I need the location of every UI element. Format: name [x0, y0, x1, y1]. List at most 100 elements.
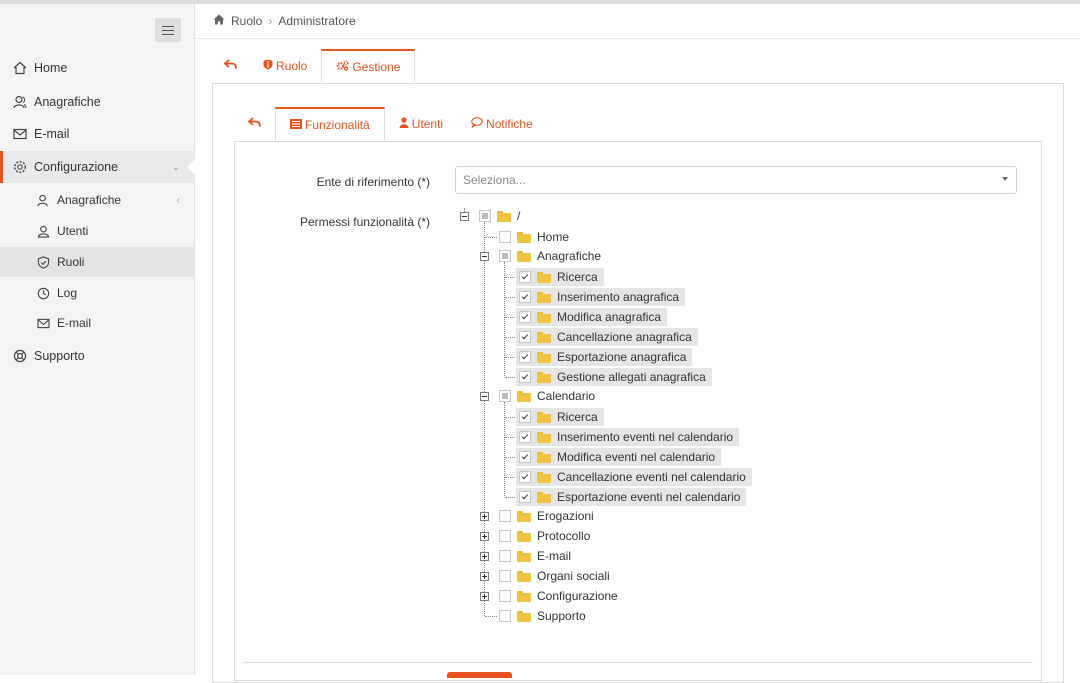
folder-icon	[537, 491, 551, 503]
tree-node-esportazione-eventi[interactable]: Esportazione eventi nel calendario	[516, 488, 747, 506]
tree-node-configurazione[interactable]: Configurazione	[499, 587, 618, 605]
sidebar-subitem-log[interactable]: Log	[0, 278, 194, 308]
tree-checkbox[interactable]	[499, 250, 511, 262]
tree-expand-toggle[interactable]	[480, 532, 489, 541]
tree-checkbox[interactable]	[519, 351, 531, 363]
folder-icon	[517, 550, 531, 562]
sidebar: Home Anagrafiche E-mail Configurazione ⌄…	[0, 4, 195, 675]
tree-node-label: E-mail	[537, 549, 572, 563]
sidebar-subitem-utenti[interactable]: Utenti	[0, 216, 194, 246]
folder-icon	[537, 351, 551, 363]
tree-collapse-toggle[interactable]	[480, 392, 489, 401]
sidebar-item-configurazione[interactable]: Configurazione ⌄	[0, 151, 195, 183]
sidebar-item-email[interactable]: E-mail	[0, 118, 194, 150]
sidebar-item-anagrafiche[interactable]: Anagrafiche	[0, 86, 194, 118]
tree-node-organi-sociali[interactable]: Organi sociali	[499, 567, 610, 585]
tree-node-label: Anagrafiche	[537, 249, 602, 263]
folder-icon	[537, 471, 551, 483]
subtab-funzionalita[interactable]: Funzionalità	[275, 107, 385, 141]
sidebar-subitem-email[interactable]: E-mail	[0, 308, 194, 338]
tree-checkbox[interactable]	[479, 210, 491, 222]
tree-expand-toggle[interactable]	[480, 592, 489, 601]
header-divider	[195, 38, 1080, 39]
tab-back[interactable]	[212, 49, 249, 83]
ente-select-placeholder: Seleziona...	[463, 173, 526, 187]
sidebar-item-label: E-mail	[57, 316, 92, 330]
lifebuoy-icon	[12, 348, 28, 364]
tree-node-label: Erogazioni	[537, 509, 594, 523]
sidebar-subitem-anagrafiche[interactable]: Anagrafiche ‹	[0, 185, 194, 215]
tree-collapse-toggle[interactable]	[480, 252, 489, 261]
tree-expand-toggle[interactable]	[480, 512, 489, 521]
tree-checkbox[interactable]	[499, 570, 511, 582]
tree-checkbox[interactable]	[499, 231, 511, 243]
tree-node-erogazioni[interactable]: Erogazioni	[499, 507, 594, 525]
clock-icon	[35, 285, 51, 301]
sidebar-item-supporto[interactable]: Supporto	[0, 340, 194, 372]
tree-checkbox[interactable]	[499, 550, 511, 562]
tree-node-gestione-allegati[interactable]: Gestione allegati anagrafica	[516, 368, 712, 386]
tree-node-protocollo[interactable]: Protocollo	[499, 527, 590, 545]
chevron-down-icon: ⌄	[171, 161, 180, 173]
tree-node-calendario[interactable]: Calendario	[499, 387, 595, 405]
tree-node-esportazione-anagrafica[interactable]: Esportazione anagrafica	[516, 348, 693, 366]
sidebar-item-label: Log	[57, 286, 78, 300]
subtab-utenti[interactable]: Utenti	[385, 107, 457, 141]
tree-node-modifica-eventi[interactable]: Modifica eventi nel calendario	[516, 448, 722, 466]
tree-expand-toggle[interactable]	[480, 552, 489, 561]
tab-gestione[interactable]: Gestione	[321, 49, 416, 83]
tree-checkbox[interactable]	[519, 471, 531, 483]
form-footer-divider	[243, 662, 1033, 663]
tree-checkbox[interactable]	[519, 491, 531, 503]
tree-node-modifica-anagrafica[interactable]: Modifica anagrafica	[516, 308, 668, 326]
tree-line	[505, 337, 515, 338]
sidebar-item-label: Utenti	[57, 224, 89, 238]
tree-node-cancellazione-eventi[interactable]: Cancellazione eventi nel calendario	[516, 468, 752, 486]
sidebar-subitem-ruoli[interactable]: Ruoli	[0, 247, 194, 277]
tree-checkbox[interactable]	[499, 390, 511, 402]
sidebar-item-home[interactable]: Home	[0, 52, 194, 84]
tree-expand-toggle[interactable]	[480, 572, 489, 581]
save-button[interactable]	[447, 672, 512, 678]
tree-checkbox[interactable]	[499, 510, 511, 522]
tree-checkbox[interactable]	[519, 431, 531, 443]
tree-checkbox[interactable]	[499, 610, 511, 622]
subtab-notifiche[interactable]: Notifiche	[457, 107, 547, 141]
menu-toggle-button[interactable]	[155, 18, 181, 42]
tree-node-inserimento-eventi[interactable]: Inserimento eventi nel calendario	[516, 428, 740, 446]
tree-node-supporto[interactable]: Supporto	[499, 607, 586, 625]
tree-checkbox[interactable]	[519, 451, 531, 463]
mail-icon	[12, 126, 28, 142]
tree-node-calendario-ricerca[interactable]: Ricerca	[516, 408, 604, 426]
tree-checkbox[interactable]	[519, 371, 531, 383]
tree-checkbox[interactable]	[499, 590, 511, 602]
tree-node-cancellazione-anagrafica[interactable]: Cancellazione anagrafica	[516, 328, 698, 346]
tree-checkbox[interactable]	[519, 331, 531, 343]
tree-checkbox[interactable]	[499, 530, 511, 542]
tree-collapse-toggle[interactable]	[460, 212, 469, 221]
ente-select[interactable]: Seleziona...	[455, 166, 1017, 194]
breadcrumb-root-link[interactable]: Ruolo	[231, 14, 262, 28]
tree-node-anagrafiche-ricerca[interactable]: Ricerca	[516, 268, 604, 286]
tree-node-label: Cancellazione eventi nel calendario	[557, 470, 746, 484]
tree-node-anagrafiche[interactable]: Anagrafiche	[499, 247, 601, 265]
users-icon	[35, 192, 51, 208]
tree-checkbox[interactable]	[519, 291, 531, 303]
tree-checkbox[interactable]	[519, 271, 531, 283]
folder-icon	[537, 311, 551, 323]
subtab-back[interactable]	[234, 107, 275, 141]
tree-node-label: Cancellazione anagrafica	[557, 330, 692, 344]
sidebar-item-label: Anagrafiche	[57, 193, 122, 207]
tree-node-root[interactable]: /	[479, 207, 520, 225]
tab-ruolo[interactable]: Ruolo	[249, 49, 321, 83]
tree-line	[505, 277, 515, 278]
tree-node-inserimento-anagrafica[interactable]: Inserimento anagrafica	[516, 288, 686, 306]
tab-label: Ruolo	[276, 59, 308, 73]
tree-checkbox[interactable]	[519, 411, 531, 423]
tree-checkbox[interactable]	[519, 311, 531, 323]
tree-line	[505, 457, 515, 458]
breadcrumb: Ruolo › Administratore	[213, 14, 356, 28]
folder-icon	[537, 331, 551, 343]
tree-node-home[interactable]: Home	[499, 228, 569, 246]
tree-node-email[interactable]: E-mail	[499, 547, 571, 565]
